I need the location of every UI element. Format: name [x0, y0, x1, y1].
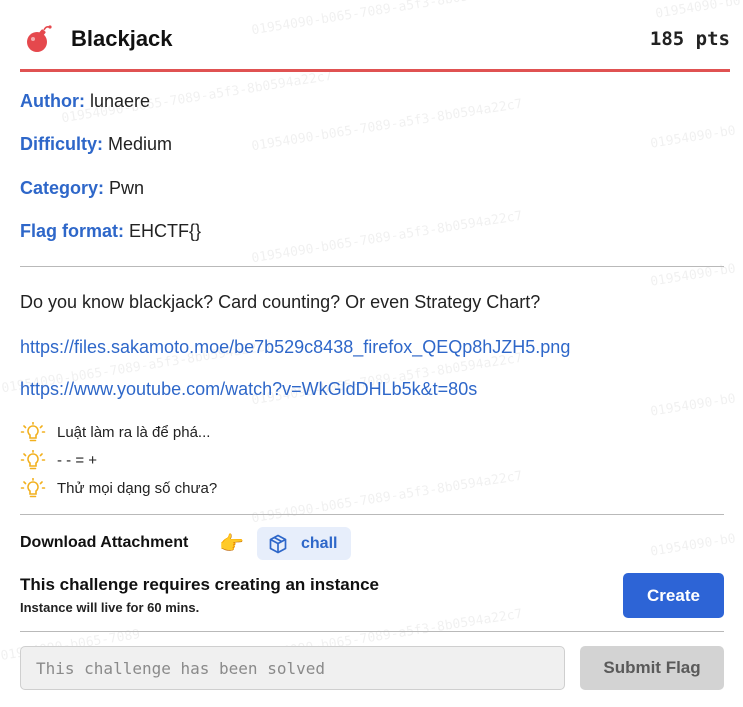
category-value: Pwn [109, 178, 145, 198]
instance-subtitle: Instance will live for 60 mins. [20, 600, 200, 615]
header-divider [20, 69, 730, 72]
pointing-hand-icon: 👉 [219, 533, 244, 555]
lightbulb-icon [20, 450, 46, 470]
package-icon [269, 534, 287, 554]
difficulty-row: Difficulty: Medium [20, 134, 172, 155]
hint-text: Thử mọi dạng số chưa? [57, 480, 218, 497]
lightbulb-icon [20, 478, 46, 498]
meta-divider [20, 266, 724, 267]
hint-text: - - = + [57, 452, 98, 469]
create-instance-button[interactable]: Create [623, 573, 724, 618]
attachment-file-name: chall [301, 535, 338, 552]
challenge-description: Do you know blackjack? Card counting? Or… [20, 292, 541, 312]
flag-format-label: Flag format: [20, 221, 125, 241]
description-link-youtube[interactable]: https://www.youtube.com/watch?v=WkGldDHL… [20, 379, 477, 400]
download-attachment-label: Download Attachment [20, 534, 189, 551]
difficulty-value: Medium [108, 134, 173, 154]
challenge-points: 185 pts [649, 28, 730, 50]
instance-title: This challenge requires creating an inst… [20, 575, 380, 594]
description-link-image[interactable]: https://files.sakamoto.moe/be7b529c8438_… [20, 337, 570, 358]
author-label: Author: [20, 91, 85, 111]
challenge-card: Blackjack 185 pts Author: lunaere Diffic… [0, 0, 743, 707]
challenge-title: Blackjack [71, 26, 173, 51]
difficulty-label: Difficulty: [20, 134, 103, 154]
flag-format-row: Flag format: EHCTF{} [20, 221, 201, 242]
bomb-icon [27, 25, 52, 52]
attachment-chall-button[interactable]: chall [257, 527, 351, 560]
category-label: Category: [20, 178, 105, 198]
instance-divider [20, 631, 724, 632]
author-row: Author: lunaere [20, 91, 150, 112]
submit-flag-button[interactable]: Submit Flag [580, 646, 724, 690]
hint-text: Luật làm ra là để phá... [57, 424, 211, 441]
flag-input[interactable] [20, 646, 565, 690]
lightbulb-icon [20, 422, 46, 442]
author-value: lunaere [90, 91, 151, 111]
hints-divider [20, 514, 724, 515]
challenge-header: Blackjack 185 pts [20, 22, 730, 58]
flag-format-value: EHCTF{} [129, 221, 202, 241]
category-row: Category: Pwn [20, 178, 144, 199]
